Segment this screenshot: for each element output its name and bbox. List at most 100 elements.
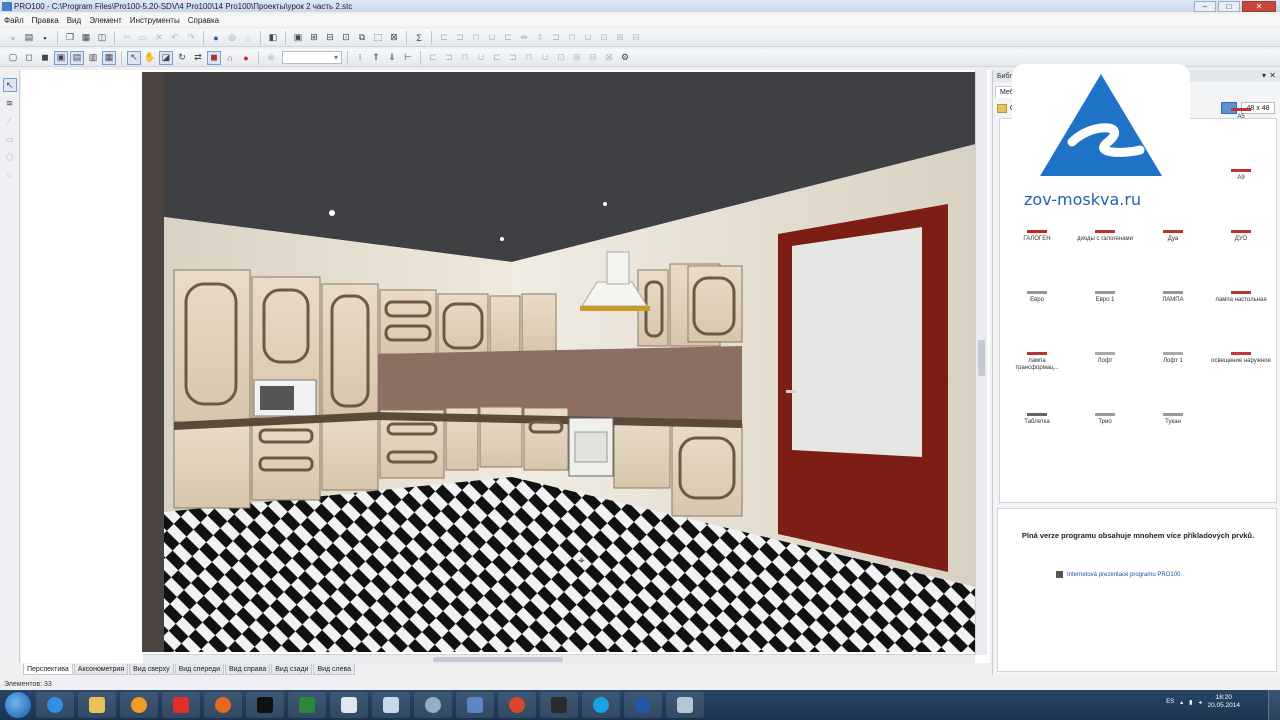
delete-icon[interactable]: ✕ [152,31,166,45]
center-icon[interactable]: ⊡ [597,31,611,45]
tab-front-view[interactable]: Вид спереди [174,664,225,675]
perspective-viewport[interactable]: ⌖ [142,72,976,652]
mirror-icon[interactable]: ⧉ [355,31,369,45]
library-item[interactable]: лампа настольная [1210,280,1272,304]
tool-taskbar-icon[interactable] [414,692,452,718]
pro100-taskbar-icon[interactable] [456,692,494,718]
library-item[interactable]: А5 [1210,97,1272,121]
menu-edit[interactable]: Правка [32,16,59,25]
library-item[interactable]: Тукан [1142,402,1204,426]
paste-icon[interactable]: ▭ [136,31,150,45]
presentation-link[interactable]: Internetová prezentace programu PRO100 [1056,571,1180,578]
cut-icon[interactable]: ✂ [120,31,134,45]
menu-element[interactable]: Элемент [89,16,122,25]
library-item[interactable]: лампа трансформац... [1006,341,1068,372]
info-taskbar-icon[interactable] [624,692,662,718]
same-depth-icon[interactable]: ⊔ [581,31,595,45]
menu-tools[interactable]: Инструменты [130,16,180,25]
tree-icon[interactable]: ⊢ [401,51,415,65]
texture-view-icon[interactable]: ▤ [70,50,84,65]
library-item[interactable]: Лофт [1074,341,1136,365]
print-icon[interactable]: ▦ [79,31,93,45]
excel-taskbar-icon[interactable] [288,692,326,718]
clock[interactable]: 18:20 20.05.2014 [1207,694,1240,710]
language-indicator[interactable]: ES [1166,699,1174,705]
measure-tool-icon[interactable]: ◪ [159,50,173,65]
dim-1-icon[interactable]: ⊏ [426,51,440,65]
preview-icon[interactable]: ◫ [95,31,109,45]
tab-top-view[interactable]: Вид сверху [129,664,174,675]
presentation-link-text[interactable]: Internetová prezentace programu PRO100 [1067,572,1180,578]
minimize-button[interactable]: – [1194,0,1216,12]
box-view-icon[interactable]: ▢ [6,51,20,65]
folder-icon[interactable] [997,103,1007,113]
shaded-view-icon[interactable]: ▣ [54,50,68,65]
orbit-tool-icon[interactable]: ↻ [175,51,189,65]
fit-icon[interactable]: ⊟ [629,31,643,45]
library-item[interactable]: Евро [1006,280,1068,304]
close-button[interactable]: ✕ [1242,0,1276,12]
media-player-taskbar-icon[interactable] [120,692,158,718]
group-icon[interactable]: ⊟ [323,31,337,45]
show-desktop-button[interactable] [1268,690,1280,720]
dim-8-icon[interactable]: ⊔ [538,51,552,65]
dim-7-icon[interactable]: ⊓ [522,51,536,65]
library-item[interactable]: Евро 1 [1074,280,1136,304]
copy-icon[interactable]: ❐ [63,31,77,45]
start-button[interactable] [4,691,32,719]
tray-arrow-icon[interactable]: ▴ [1180,699,1183,706]
layers-icon[interactable]: ≋ [3,96,17,110]
screen-taskbar-icon[interactable] [666,692,704,718]
align-top-icon[interactable]: ⊔ [485,31,499,45]
dim-11-icon[interactable]: ⊟ [586,51,600,65]
save-icon[interactable]: ▪ [38,31,52,45]
align-left-icon[interactable]: ⊏ [437,31,451,45]
app-taskbar-icon[interactable] [246,692,284,718]
render-view-icon[interactable]: ▦ [102,50,116,65]
tab-perspective[interactable]: Перспектива [23,664,73,675]
rotate-icon[interactable]: ⊡ [339,31,353,45]
walk-tool-icon[interactable]: ⇄ [191,51,205,65]
library-item[interactable]: ГАЛОГЕН [1006,219,1068,243]
notepad-taskbar-icon[interactable] [372,692,410,718]
redo-icon[interactable]: ↷ [184,31,198,45]
move-up-icon[interactable]: ⇑ [369,51,383,65]
maximize-button[interactable]: □ [1218,0,1240,12]
menu-view[interactable]: Вид [67,16,81,25]
spread-v-icon[interactable]: ⇳ [533,31,547,45]
undo-icon[interactable]: ↶ [168,31,182,45]
dim-9-icon[interactable]: ⊡ [554,51,568,65]
camera-tool-icon[interactable]: ◼ [207,50,221,65]
firefox-taskbar-icon[interactable] [204,692,242,718]
design-canvas[interactable]: ⌖ [21,70,990,663]
pin-icon[interactable]: ▾ [1262,71,1266,80]
render-icon[interactable]: ◍ [225,31,239,45]
rect-tool-icon[interactable]: ▭ [3,132,17,146]
properties-icon[interactable]: ◧ [266,31,280,45]
globe-icon[interactable]: ● [209,31,223,45]
dim-10-icon[interactable]: ⊞ [570,51,584,65]
line-tool-icon[interactable]: ⁄ [3,114,17,128]
close-icon[interactable]: ✕ [1269,71,1276,80]
dim-3-icon[interactable]: ⊓ [458,51,472,65]
hidden-view-icon[interactable]: ◼ [38,51,52,65]
stack-icon[interactable]: ⊞ [613,31,627,45]
library-item[interactable]: Трио [1074,402,1136,426]
explorer-taskbar-icon[interactable] [78,692,116,718]
library-item[interactable]: ДУО [1210,219,1272,243]
hand-tool-icon[interactable]: ✋ [143,51,157,65]
zoom-icon[interactable]: ⊕ [264,51,278,65]
align-bottom-icon[interactable]: ⊏ [501,31,515,45]
library-item[interactable]: диоды с галогенами [1074,219,1136,243]
document-taskbar-icon[interactable] [330,692,368,718]
library-item[interactable]: Дуа [1142,219,1204,243]
volume-icon[interactable]: ◂ [1198,699,1201,706]
align-right-icon[interactable]: ⊓ [469,31,483,45]
menu-help[interactable]: Справка [188,16,219,25]
poly-tool-icon[interactable]: ⬠ [3,150,17,164]
magnet-icon[interactable]: ∩ [223,51,237,65]
align-center-icon[interactable]: ⊐ [453,31,467,45]
light-icon[interactable]: ☼ [241,31,255,45]
dim-5-icon[interactable]: ⊏ [490,51,504,65]
align-icon[interactable]: ⊞ [307,31,321,45]
